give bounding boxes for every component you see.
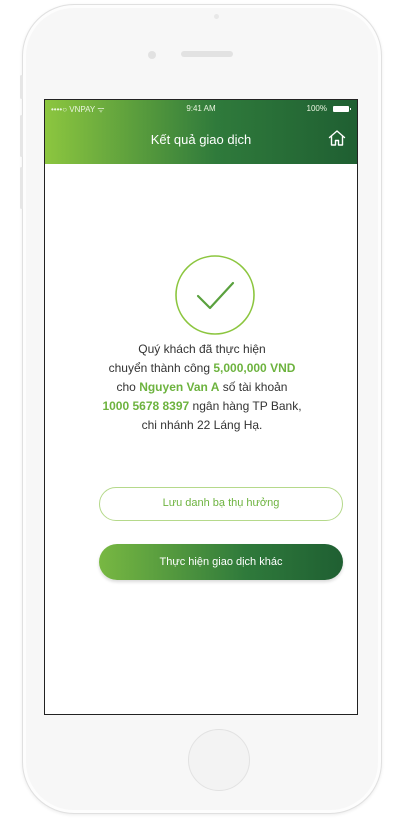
page-title: Kết quả giao dịch [150,132,252,147]
message-line: 1000 5678 8397 ngân hàng TP Bank, [102,399,302,413]
status-bar: ••••○ VNPAY ᯤ 9:41 AM 100% [45,104,357,118]
app-header: ••••○ VNPAY ᯤ 9:41 AM 100% Kết quả giao … [45,100,357,164]
volume-down-button [20,167,23,209]
silent-switch [20,75,23,99]
account-number: 1000 5678 8397 [102,399,190,413]
phone-home-button[interactable] [188,729,250,791]
battery-percent: 100% [306,104,327,113]
earpiece-speaker [181,51,233,57]
new-transaction-button[interactable]: Thực hiện giao dịch khác [99,544,343,580]
transaction-result-message: Quý khách đã thực hiện chuyển thành công… [61,340,343,435]
success-check-icon [175,255,255,335]
home-icon[interactable] [327,128,347,148]
battery-icon [333,106,351,112]
message-line: chuyển thành công 5,000,000 VND [108,361,296,375]
transfer-amount: 5,000,000 VND [213,361,296,375]
message-line: Quý khách đã thực hiện [138,342,266,356]
front-camera [148,51,156,59]
proximity-sensor [214,14,219,19]
recipient-name: Nguyen Van A [139,380,220,394]
app-screen: ••••○ VNPAY ᯤ 9:41 AM 100% Kết quả giao … [44,99,358,715]
message-line: chi nhánh 22 Láng Hạ. [141,418,263,432]
save-beneficiary-button[interactable]: Lưu danh bạ thụ hưởng [99,487,343,521]
volume-up-button [20,115,23,157]
message-line: cho Nguyen Van A số tài khoản [116,380,288,394]
